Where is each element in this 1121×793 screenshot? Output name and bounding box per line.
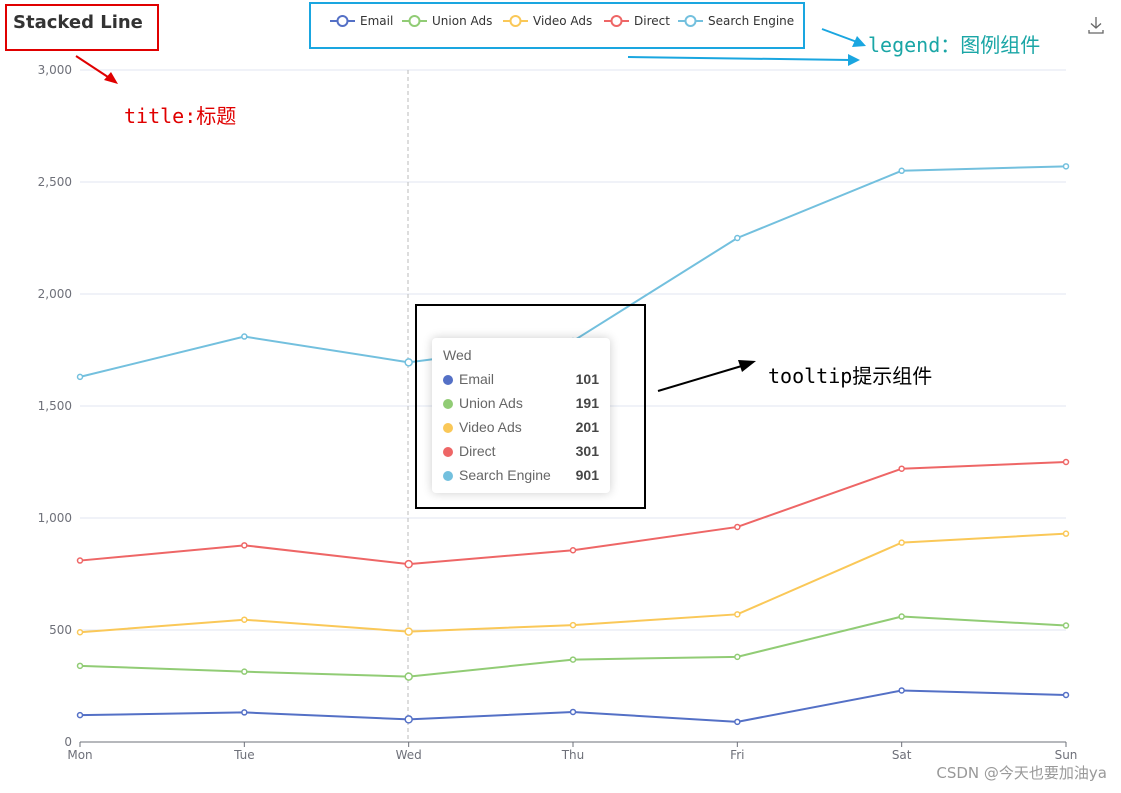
- data-point[interactable]: [734, 234, 741, 242]
- data-point[interactable]: [76, 373, 84, 381]
- x-tick-label: Thu: [561, 748, 585, 762]
- data-point[interactable]: [76, 662, 84, 670]
- data-point[interactable]: [404, 358, 413, 367]
- data-point[interactable]: [1062, 530, 1070, 537]
- legend-annotation-arrow-2: [627, 56, 851, 61]
- legend-swatch-marker[interactable]: [408, 15, 421, 27]
- legend-annotation: legend：图例组件: [868, 33, 1040, 57]
- data-point[interactable]: [1062, 163, 1070, 170]
- data-point[interactable]: [898, 613, 905, 620]
- data-point[interactable]: [734, 611, 741, 618]
- x-tick-label: Mon: [67, 748, 92, 762]
- y-tick-label: 2,500: [38, 175, 72, 189]
- download-icon[interactable]: [1085, 14, 1107, 36]
- tooltip: Wed Email 101 Union Ads 191 Video Ads 20…: [432, 338, 610, 493]
- legend-swatch-marker[interactable]: [610, 15, 623, 27]
- y-tick-label: 500: [49, 623, 72, 637]
- tooltip-row: Video Ads 201: [443, 418, 599, 438]
- tooltip-row: Union Ads 191: [443, 394, 599, 414]
- data-point[interactable]: [241, 668, 248, 675]
- legend-item-label[interactable]: Union Ads: [432, 14, 492, 28]
- tooltip-series-value: 101: [575, 371, 599, 387]
- tooltip-annotation-arrow: [657, 364, 746, 392]
- y-tick-label: 1,500: [38, 399, 72, 413]
- tooltip-row: Search Engine 901: [443, 466, 599, 486]
- data-point[interactable]: [898, 465, 905, 472]
- y-tick-label: 1,000: [38, 511, 72, 525]
- title-annotation: title:标题: [124, 104, 236, 128]
- legend-swatch-marker[interactable]: [684, 15, 697, 27]
- tooltip-series-name: Search Engine: [459, 467, 551, 483]
- legend-item-label[interactable]: Video Ads: [533, 14, 592, 28]
- data-point[interactable]: [76, 557, 84, 564]
- legend-item-label[interactable]: Direct: [634, 14, 670, 28]
- tooltip-series-value: 191: [575, 395, 599, 411]
- legend-annotation-arrow-1: [821, 28, 858, 43]
- data-point[interactable]: [404, 559, 413, 569]
- title-annotation-arrow: [75, 55, 112, 80]
- legend-swatch-marker[interactable]: [509, 15, 522, 27]
- data-point[interactable]: [569, 708, 577, 716]
- legend-arrow-head-2: [848, 54, 860, 66]
- data-point[interactable]: [241, 542, 248, 549]
- series-color-dot: [443, 375, 453, 385]
- tooltip-series-name: Direct: [459, 443, 496, 459]
- tooltip-row: Email 101: [443, 370, 599, 390]
- tooltip-series-value: 201: [575, 419, 599, 435]
- data-point[interactable]: [241, 616, 248, 623]
- title-arrow-head: [104, 72, 118, 84]
- series-line[interactable]: [79, 689, 1067, 723]
- data-point[interactable]: [1062, 458, 1070, 466]
- watermark: CSDN @今天也要加油ya: [936, 764, 1107, 782]
- legend[interactable]: Email Union Ads Video Ads Direct Search Engi…: [330, 14, 794, 28]
- x-tick-label: Sat: [892, 748, 912, 762]
- data-point[interactable]: [569, 547, 577, 554]
- tooltip-row: Direct 301: [443, 442, 599, 462]
- data-point[interactable]: [898, 539, 905, 546]
- y-tick-label: 0: [64, 735, 72, 749]
- data-point[interactable]: [241, 333, 248, 340]
- tooltip-series-name: Email: [459, 371, 495, 387]
- data-point[interactable]: [76, 711, 84, 719]
- tooltip-series-name: Union Ads: [459, 395, 523, 411]
- tooltip-annotation: tooltip提示组件: [768, 364, 932, 388]
- data-point[interactable]: [1062, 622, 1070, 629]
- x-tick-label: Wed: [396, 748, 422, 762]
- data-point[interactable]: [734, 718, 741, 726]
- x-tick-label: Tue: [233, 748, 255, 762]
- legend-item-label[interactable]: Search Engine: [708, 14, 794, 28]
- x-tick-label: Sun: [1055, 748, 1078, 762]
- data-point[interactable]: [404, 715, 413, 724]
- data-point[interactable]: [76, 628, 84, 636]
- data-point[interactable]: [404, 627, 413, 636]
- tooltip-series-name: Video Ads: [459, 419, 522, 435]
- legend-item-label[interactable]: Email: [360, 14, 393, 28]
- tooltip-arrow-head: [738, 360, 756, 372]
- data-point[interactable]: [898, 167, 905, 175]
- data-point[interactable]: [734, 523, 741, 531]
- series-color-dot: [443, 471, 453, 481]
- data-point[interactable]: [404, 672, 413, 681]
- chart-title: Stacked Line: [13, 12, 143, 33]
- data-point[interactable]: [241, 709, 248, 716]
- tooltip-series-value: 301: [575, 443, 599, 459]
- data-point[interactable]: [569, 621, 577, 629]
- data-point[interactable]: [569, 656, 577, 663]
- data-point[interactable]: [734, 653, 741, 661]
- series-color-dot: [443, 423, 453, 433]
- y-tick-label: 2,000: [38, 287, 72, 301]
- data-point[interactable]: [1062, 691, 1070, 699]
- y-tick-label: 3,000: [38, 63, 72, 77]
- series-color-dot: [443, 399, 453, 409]
- x-tick-label: Fri: [730, 748, 744, 762]
- tooltip-title: Wed: [443, 347, 472, 363]
- legend-swatch-marker[interactable]: [336, 15, 349, 27]
- tooltip-series-value: 901: [575, 467, 599, 483]
- series-color-dot: [443, 447, 453, 457]
- data-point[interactable]: [898, 687, 905, 694]
